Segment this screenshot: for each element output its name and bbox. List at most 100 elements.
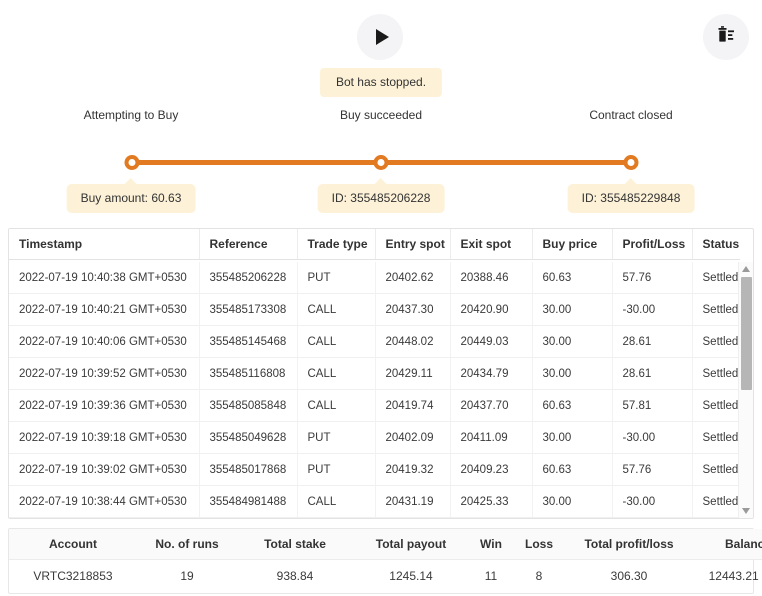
table-row[interactable]: 2022-07-19 10:39:02 GMT+0530 355485017868… (9, 453, 740, 486)
play-icon (375, 29, 389, 45)
trade-cell-entry-spot: 20402.62 (375, 262, 451, 294)
summary-header-row: Account No. of runs Total stake Total pa… (9, 529, 762, 560)
timeline-marker-1[interactable] (124, 155, 140, 170)
trade-cell-profit-loss: 57.81 (612, 517, 693, 518)
trade-cell-buy-price: 30.00 (532, 293, 613, 326)
trade-cell-entry-spot: 20431.19 (375, 485, 451, 518)
trade-cell-entry-spot: 20429.11 (375, 357, 451, 390)
summary-header-total-profit-loss: Total profit/loss (565, 529, 693, 560)
trades-table-scrollbar[interactable] (738, 262, 753, 518)
column-header-buy-price[interactable]: Buy price (532, 229, 613, 260)
trade-cell-trade-type: PUT (297, 453, 376, 486)
trade-cell-profit-loss: 57.76 (612, 453, 693, 486)
table-row[interactable]: 2022-07-19 10:38:44 GMT+0530 355484981488… (9, 485, 740, 518)
summary-value-no-of-runs: 19 (180, 569, 194, 583)
column-header-trade-type[interactable]: Trade type (297, 229, 376, 260)
timeline-tooltip-buy-amount: Buy amount: 60.63 (66, 184, 196, 213)
bot-controls-bar (0, 0, 762, 68)
table-row[interactable]: 2022-07-19 10:39:36 GMT+0530 355485085848… (9, 389, 740, 422)
column-header-entry-spot[interactable]: Entry spot (375, 229, 451, 260)
timeline-tooltip-close-id: ID: 355485229848 (567, 184, 695, 213)
trade-cell-buy-price: 60.63 (532, 517, 613, 518)
timeline-marker-2[interactable] (373, 155, 389, 170)
trade-cell-entry-spot: 20437.30 (375, 293, 451, 326)
trades-table-container: Timestamp Reference Trade type Entry spo… (8, 228, 754, 519)
trade-cell-profit-loss: 28.61 (612, 357, 693, 390)
trade-cell-status: Settled (692, 325, 740, 358)
table-row[interactable]: 2022-07-19 10:40:38 GMT+0530 355485206228… (9, 262, 740, 294)
summary-table: Account No. of runs Total stake Total pa… (9, 529, 762, 593)
trade-cell-exit-spot: 20420.90 (450, 293, 533, 326)
trade-cell-status: Settled (692, 262, 740, 294)
scroll-up-arrow-icon[interactable] (742, 266, 750, 272)
trade-cell-reference: 355485116808 (199, 357, 298, 390)
trade-cell-reference: 355485049628 (199, 421, 298, 454)
summary-header-loss: Loss (513, 529, 565, 560)
trade-cell-trade-type: CALL (297, 357, 376, 390)
trade-cell-timestamp: 2022-07-19 10:40:21 GMT+0530 (9, 293, 200, 326)
trade-cell-exit-spot: 20437.70 (450, 389, 533, 422)
trade-cell-trade-type: CALL (297, 517, 376, 518)
timeline-step-label-3: Contract closed (589, 108, 673, 122)
table-row[interactable]: 2022-07-19 10:38:30 GMT+0530355484952128… (9, 517, 740, 518)
trash-list-icon (714, 24, 738, 51)
trade-cell-entry-spot: 20419.32 (375, 453, 451, 486)
trade-cell-buy-price: 60.63 (532, 389, 613, 422)
trade-cell-exit-spot: 20421.46 (450, 517, 533, 518)
column-header-timestamp[interactable]: Timestamp (9, 229, 200, 260)
contract-timeline: Attempting to Buy Buy succeeded Contract… (0, 108, 762, 226)
table-row[interactable]: 2022-07-19 10:40:06 GMT+0530 355485145468… (9, 325, 740, 358)
scrollbar-thumb[interactable] (741, 277, 752, 390)
trade-cell-reference: 355485017868 (199, 453, 298, 486)
trade-cell-trade-type: CALL (297, 325, 376, 358)
trade-cell-exit-spot: 20411.09 (450, 421, 533, 454)
trade-cell-trade-type: CALL (297, 389, 376, 422)
trade-cell-entry-spot: 20419.74 (375, 389, 451, 422)
table-row[interactable]: 2022-07-19 10:40:21 GMT+0530 355485173308… (9, 293, 740, 326)
trade-cell-profit-loss: 28.61 (612, 325, 693, 358)
trade-cell-buy-price: 30.00 (532, 421, 613, 454)
bot-status-row: Bot has stopped. (0, 68, 762, 104)
table-row[interactable]: 2022-07-19 10:39:52 GMT+0530 355485116808… (9, 357, 740, 390)
summary-header-total-stake: Total stake (237, 529, 353, 560)
trades-table-body: 2022-07-19 10:40:38 GMT+0530 355485206228… (9, 262, 740, 518)
trade-cell-timestamp: 2022-07-19 10:40:38 GMT+0530 (9, 262, 200, 294)
summary-header-total-payout: Total payout (353, 529, 469, 560)
column-header-exit-spot[interactable]: Exit spot (450, 229, 533, 260)
column-header-profit-loss[interactable]: Profit/Loss (612, 229, 693, 260)
timeline-step-label-2: Buy succeeded (339, 108, 423, 122)
trade-cell-buy-price: 30.00 (532, 357, 613, 390)
trades-table-body-scroll[interactable]: 2022-07-19 10:40:38 GMT+0530 355485206228… (9, 262, 753, 518)
trade-cell-status: Settled (692, 421, 740, 454)
table-row[interactable]: 2022-07-19 10:39:18 GMT+0530 355485049628… (9, 421, 740, 454)
trade-cell-reference: 355485085848 (199, 389, 298, 422)
trade-cell-reference: 355484952128 (199, 517, 298, 518)
trade-cell-buy-price: 60.63 (532, 453, 613, 486)
trade-cell-reference: 355485173308 (199, 293, 298, 326)
trade-cell-reference: 355484981488 (199, 485, 298, 518)
column-header-status[interactable]: Status (692, 229, 740, 260)
column-header-reference[interactable]: Reference (199, 229, 298, 260)
trade-cell-status: Settled (692, 485, 740, 518)
timeline-marker-3[interactable] (623, 155, 639, 170)
summary-value-total-profit-loss: 306.30 (610, 569, 648, 583)
clear-stat-button[interactable] (703, 14, 749, 60)
trade-cell-profit-loss: 57.81 (612, 389, 693, 422)
summary-header-win: Win (469, 529, 513, 560)
trade-cell-entry-spot: 20402.09 (375, 421, 451, 454)
trade-cell-entry-spot: 20448.02 (375, 325, 451, 358)
trade-cell-buy-price: 30.00 (532, 325, 613, 358)
scroll-down-arrow-icon[interactable] (742, 508, 750, 514)
trade-cell-exit-spot: 20425.33 (450, 485, 533, 518)
summary-header-account: Account (9, 529, 137, 560)
run-bot-button[interactable] (357, 14, 403, 60)
summary-value-loss: 8 (535, 569, 543, 583)
timeline-tooltip-buy-id: ID: 355485206228 (317, 184, 445, 213)
trade-cell-timestamp: 2022-07-19 10:40:06 GMT+0530 (9, 325, 200, 358)
trade-cell-buy-price: 30.00 (532, 485, 613, 518)
trade-cell-profit-loss: -30.00 (612, 421, 693, 454)
trade-cell-timestamp: 2022-07-19 10:38:44 GMT+0530 (9, 485, 200, 518)
trade-cell-timestamp: 2022-07-19 10:39:18 GMT+0530 (9, 421, 200, 454)
trade-cell-timestamp: 2022-07-19 10:39:52 GMT+0530 (9, 357, 200, 390)
bot-status-message: Bot has stopped. (319, 68, 443, 97)
